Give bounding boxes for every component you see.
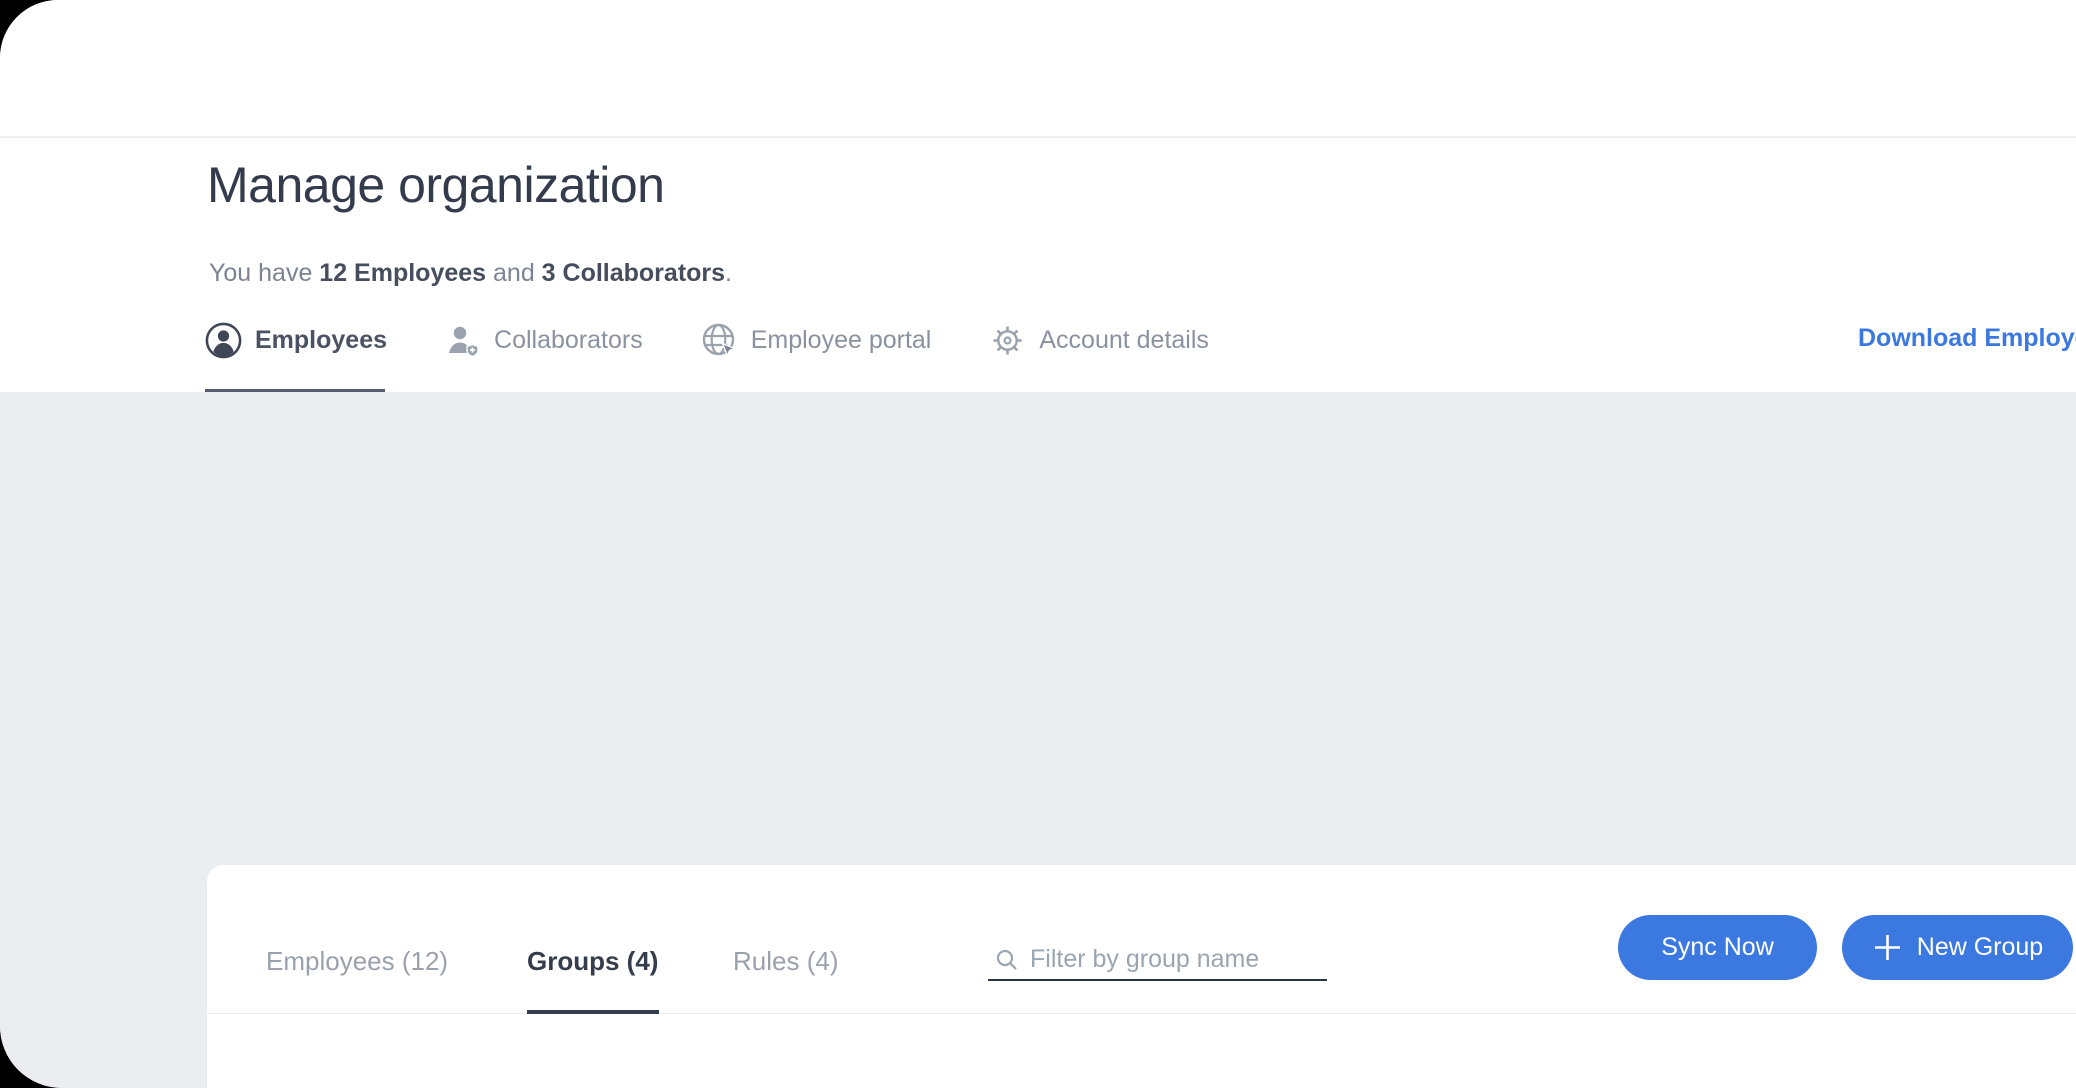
page-subtitle: You have 12 Employees and 3 Collaborator… <box>209 258 732 288</box>
new-group-label: New Group <box>1917 933 2043 962</box>
page-body: Employees (12) Groups (4) Rules (4) Sync… <box>0 392 2076 1088</box>
tab-groups-4[interactable]: Groups (4) <box>527 946 658 977</box>
new-group-button[interactable]: New Group <box>1842 915 2073 980</box>
subtitle-and: and <box>486 259 542 287</box>
page-header: Manage organization You have 12 Employee… <box>0 138 2076 392</box>
card-header: Employees (12) Groups (4) Rules (4) Sync… <box>207 865 2076 1014</box>
tab-employees[interactable]: Employees <box>205 322 387 359</box>
page-title: Manage organization <box>207 154 665 216</box>
tab-account-details-label: Account details <box>1039 326 1209 355</box>
collaborator-add-icon <box>445 322 481 359</box>
table-header-row: Group name Created Employees Documents A… <box>207 1014 2076 1088</box>
collaborators-count: 3 Collaborators <box>542 259 725 287</box>
subtitle-period: . <box>725 259 732 287</box>
top-bar <box>0 0 2076 137</box>
primary-nav-tabs: Employees Collaborators Employee portal … <box>205 318 1209 362</box>
app-window: Manage organization You have 12 Employee… <box>0 0 2076 1088</box>
group-filter <box>988 941 1327 981</box>
plus-icon <box>1872 932 1903 963</box>
tab-employees-label: Employees <box>255 326 387 355</box>
sync-now-label: Sync Now <box>1661 933 1774 962</box>
tab-rules-4[interactable]: Rules (4) <box>733 946 838 977</box>
employees-count: 12 Employees <box>319 259 486 287</box>
globe-cursor-icon <box>701 322 738 359</box>
tab-employee-portal[interactable]: Employee portal <box>701 322 932 359</box>
sync-now-button[interactable]: Sync Now <box>1618 915 1817 980</box>
tab-account-details[interactable]: Account details <box>989 322 1209 359</box>
tab-collaborators-label: Collaborators <box>494 326 643 355</box>
tab-employee-portal-label: Employee portal <box>751 326 932 355</box>
active-card-tab-underline <box>527 1010 659 1014</box>
gear-icon <box>989 322 1026 359</box>
filter-by-group-name-input[interactable] <box>1030 941 1320 977</box>
groups-card: Employees (12) Groups (4) Rules (4) Sync… <box>207 865 2076 1088</box>
subtitle-prefix: You have <box>209 259 319 287</box>
person-circle-icon <box>205 322 242 359</box>
download-employees-link[interactable]: Download Employee <box>1858 322 2076 354</box>
tab-collaborators[interactable]: Collaborators <box>445 322 643 359</box>
search-icon <box>995 948 1019 972</box>
tab-employees-12[interactable]: Employees (12) <box>266 946 448 977</box>
